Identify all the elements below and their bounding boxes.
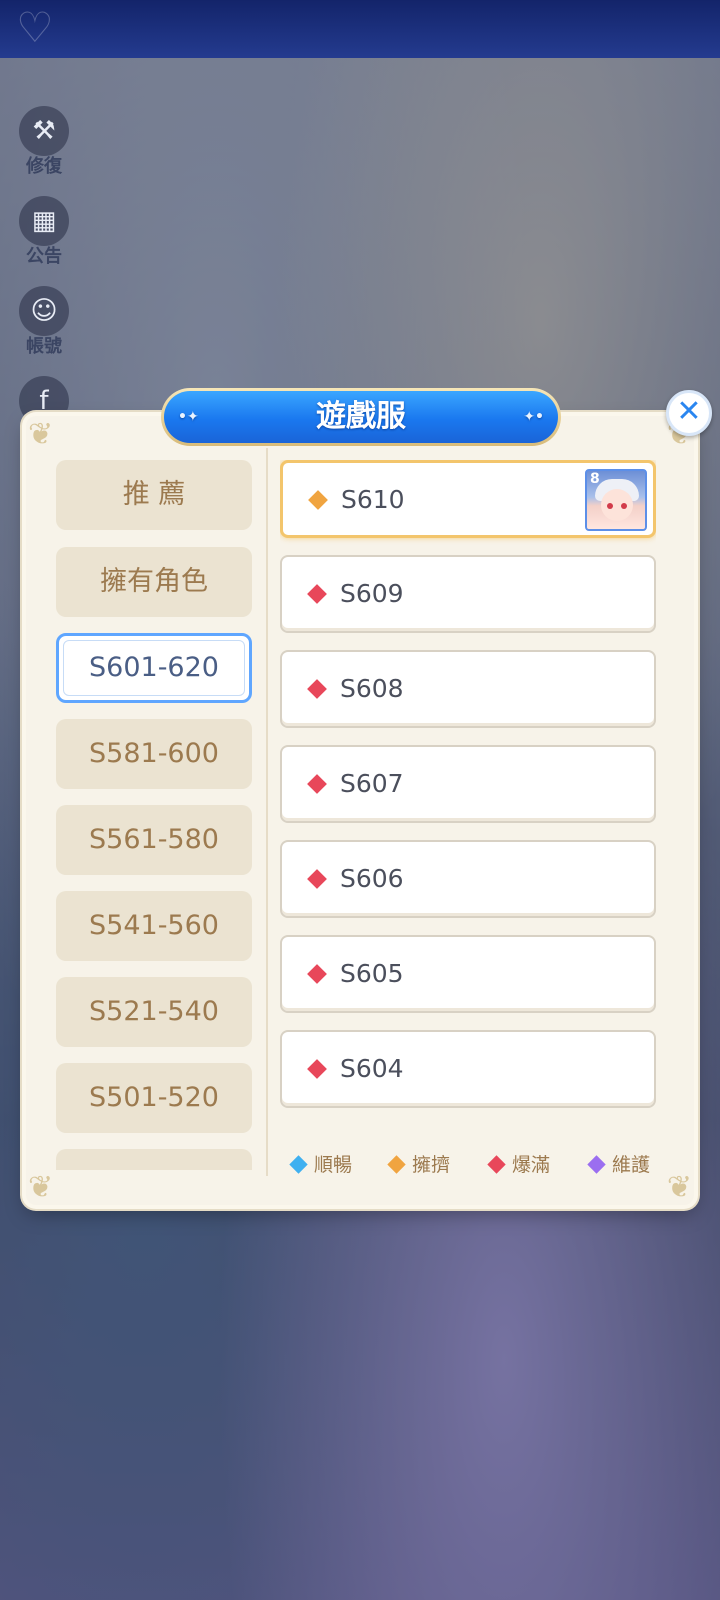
server-row-s610[interactable]: S610 8 [280,460,656,538]
status-full-icon [307,964,327,984]
account-button[interactable]: ☺ 帳號 [16,286,72,358]
legend-crowded: 擁擠 [387,1150,451,1180]
category-owned-characters[interactable]: 擁有角色 [56,547,252,617]
server-name: S608 [340,674,404,703]
account-icon: ☺ [19,286,69,336]
category-s561-580[interactable]: S561-580 [56,805,252,875]
server-row-s605[interactable]: S605 [280,935,656,1013]
server-name: S606 [340,864,404,893]
legend-label: 順暢 [314,1154,353,1176]
repair-button[interactable]: ⚒ 修復 [16,106,72,178]
character-avatar: 8 [585,469,647,531]
server-list[interactable]: S610 8 S609 S608 S607 S606 S605 S604 [280,460,656,1120]
server-select-dialog: ❦ ❦ ❦ ❦ •✦ 遊戲服 ✦• ✕ 推 薦 擁有角色 S601-620 S5… [26,388,712,1205]
corner-ornament-icon: ❦ [28,1170,54,1205]
status-full-icon [307,584,327,604]
legend-label: 擁擠 [412,1154,451,1176]
legend-smooth: 順暢 [289,1150,353,1180]
account-label: 帳號 [26,336,62,357]
status-full-icon [307,1059,327,1079]
server-row-s604[interactable]: S604 [280,1030,656,1108]
server-name: S609 [340,579,404,608]
server-row-s606[interactable]: S606 [280,840,656,918]
server-name: S610 [341,485,405,514]
status-crowded-icon [387,1155,406,1174]
category-s501-520[interactable]: S501-520 [56,1063,252,1133]
wrench-icon: ⚒ [19,106,69,156]
corner-ornament-icon: ❦ [28,417,54,452]
category-s581-600[interactable]: S581-600 [56,719,252,789]
corner-ornament-icon: ❦ [666,1170,692,1205]
title-banner: •✦ 遊戲服 ✦• [161,388,561,446]
dialog-title: 遊戲服 [316,399,406,434]
top-bar: ♡ [0,0,720,58]
category-list[interactable]: 推 薦 擁有角色 S601-620 S581-600 S561-580 S541… [56,460,256,1170]
server-name: S604 [340,1054,404,1083]
category-s541-560[interactable]: S541-560 [56,891,252,961]
column-divider [266,448,268,1176]
category-s521-540[interactable]: S521-540 [56,977,252,1047]
server-row-s609[interactable]: S609 [280,555,656,633]
legend-label: 爆滿 [512,1154,551,1176]
server-row-s608[interactable]: S608 [280,650,656,728]
status-full-icon [307,774,327,794]
notice-label: 公告 [26,246,62,267]
category-partial[interactable] [56,1149,252,1170]
category-recommended[interactable]: 推 薦 [56,460,252,530]
status-full-icon [487,1155,506,1174]
repair-label: 修復 [26,156,62,177]
status-full-icon [307,869,327,889]
status-legend: 順暢 擁擠 爆滿 維護 [289,1150,670,1180]
server-name: S605 [340,959,404,988]
heart-logo-icon: ♡ [16,3,54,52]
status-crowded-icon [308,490,328,510]
close-button[interactable]: ✕ [666,390,712,436]
calendar-icon: ▦ [19,196,69,246]
status-smooth-icon [289,1155,308,1174]
legend-maintenance: 維護 [587,1150,651,1180]
status-full-icon [307,679,327,699]
character-level: 8 [590,471,600,487]
sparkle-icon: •✦ [178,409,199,425]
legend-full: 爆滿 [487,1150,551,1180]
sparkle-icon: ✦• [523,409,544,425]
legend-label: 維護 [612,1154,651,1176]
category-s601-620[interactable]: S601-620 [56,633,252,703]
server-row-s607[interactable]: S607 [280,745,656,823]
notice-button[interactable]: ▦ 公告 [16,196,72,268]
status-maintenance-icon [587,1155,606,1174]
server-name: S607 [340,769,404,798]
close-icon: ✕ [676,394,702,429]
